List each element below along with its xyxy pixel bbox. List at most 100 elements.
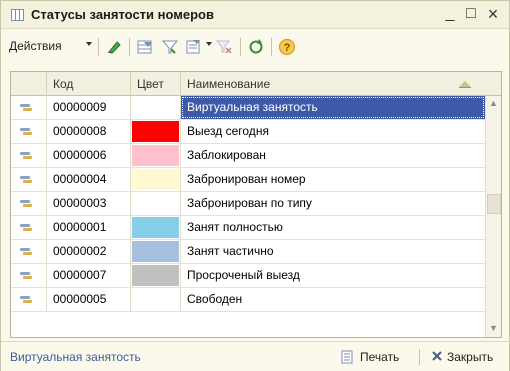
scrollbar-thumb[interactable] [487, 194, 501, 214]
name-cell: Просроченый выезд [187, 268, 300, 282]
name-cell: Заблокирован [187, 148, 266, 162]
color-swatch [132, 289, 179, 310]
chevron-down-icon[interactable] [206, 42, 212, 46]
color-swatch [132, 217, 179, 238]
name-cell: Занят полностью [187, 220, 283, 234]
catalog-item-icon [20, 104, 32, 112]
code-cell: 00000004 [47, 168, 131, 191]
color-cell [131, 120, 181, 143]
catalog-item-icon [20, 176, 32, 184]
row-icon-cell [11, 96, 47, 119]
name-cell: Забронирован по типу [187, 196, 312, 210]
table-row[interactable]: 00000004 Забронирован номер [11, 168, 485, 192]
table-row[interactable]: 00000002 Занят частично [11, 240, 485, 264]
table-header: Код Цвет Наименование [11, 72, 501, 96]
statuses-table[interactable]: Код Цвет Наименование 00000009 Виртуальна… [10, 71, 502, 338]
clear-filter-icon[interactable] [215, 38, 233, 56]
row-icon-cell [11, 192, 47, 215]
code-cell: 00000002 [47, 240, 131, 263]
selected-item-text: Виртуальная занятость [10, 350, 141, 364]
toolbar-separator [271, 38, 272, 56]
table-row[interactable]: 00000005 Свободен [11, 288, 485, 312]
filter-icon[interactable] [136, 38, 154, 56]
scroll-up-icon[interactable]: ▲ [488, 98, 499, 109]
toolbar-separator [240, 38, 241, 56]
color-swatch [132, 241, 179, 262]
code-cell: 00000007 [47, 264, 131, 287]
catalog-item-icon [20, 152, 32, 160]
toolbar: Действия ? [1, 29, 509, 65]
column-header-name[interactable]: Наименование [181, 72, 485, 96]
code-cell: 00000005 [47, 288, 131, 311]
color-cell [131, 96, 181, 119]
table-row[interactable]: 00000008 Выезд сегодня [11, 120, 485, 144]
code-cell: 00000006 [47, 144, 131, 167]
vertical-scrollbar[interactable]: ▲ ▼ [485, 96, 501, 337]
help-icon[interactable]: ? [278, 38, 296, 56]
code-cell: 00000001 [47, 216, 131, 239]
catalog-window: Статусы занятости номеров _ □ × Действия [0, 0, 510, 371]
color-cell [131, 288, 181, 311]
table-row[interactable]: 00000001 Занят полностью [11, 216, 485, 240]
name-cell: Занят частично [187, 244, 274, 258]
catalog-item-icon [20, 248, 32, 256]
color-swatch [132, 265, 179, 286]
color-swatch [132, 97, 179, 118]
sort-ascending-icon[interactable] [459, 80, 471, 88]
code-cell: 00000008 [47, 120, 131, 143]
name-cell: Выезд сегодня [187, 124, 269, 138]
color-swatch [132, 169, 179, 190]
color-cell [131, 264, 181, 287]
column-header-color[interactable]: Цвет [131, 72, 181, 96]
print-button[interactable]: Печать [338, 346, 416, 368]
row-icon-cell [11, 120, 47, 143]
close-window-button[interactable]: × [484, 5, 502, 23]
row-icon-cell [11, 168, 47, 191]
table-row[interactable]: 00000007 Просроченый выезд [11, 264, 485, 288]
catalog-item-icon [20, 272, 32, 280]
color-swatch [132, 193, 179, 214]
color-cell [131, 240, 181, 263]
column-header-code[interactable]: Код [47, 72, 131, 96]
code-cell: 00000009 [47, 96, 131, 119]
close-label: Закрыть [447, 350, 494, 364]
close-button[interactable]: Закрыть [429, 346, 507, 368]
maximize-button[interactable]: □ [462, 5, 480, 23]
minimize-button[interactable]: _ [441, 5, 459, 23]
svg-text:?: ? [284, 42, 291, 54]
table-row[interactable]: 00000003 Забронирован по типу [11, 192, 485, 216]
filter-by-value-icon[interactable] [161, 38, 179, 56]
table-row[interactable]: 00000006 Заблокирован [11, 144, 485, 168]
print-icon [341, 350, 353, 364]
catalog-item-icon [20, 224, 32, 232]
row-icon-cell [11, 144, 47, 167]
catalog-item-icon [20, 296, 32, 304]
print-label: Печать [360, 350, 400, 364]
color-cell [131, 168, 181, 191]
scroll-down-icon[interactable]: ▼ [488, 323, 499, 334]
window-title: Статусы занятости номеров [31, 7, 214, 22]
color-cell [131, 144, 181, 167]
footer-separator [419, 349, 420, 365]
filter-list-icon[interactable] [185, 38, 203, 56]
code-cell: 00000003 [47, 192, 131, 215]
refresh-icon[interactable] [247, 38, 265, 56]
table-row[interactable]: 00000009 Виртуальная занятость [11, 96, 485, 120]
row-icon-cell [11, 264, 47, 287]
edit-icon[interactable] [105, 38, 123, 56]
table-icon [11, 9, 24, 21]
color-swatch [132, 121, 179, 142]
title-bar[interactable]: Статусы занятости номеров _ □ × [1, 1, 509, 29]
catalog-item-icon [20, 200, 32, 208]
color-cell [131, 192, 181, 215]
row-icon-column-header [11, 72, 47, 96]
close-icon [432, 351, 442, 361]
toolbar-separator [98, 38, 99, 56]
color-cell [131, 216, 181, 239]
row-icon-cell [11, 216, 47, 239]
catalog-item-icon [20, 128, 32, 136]
chevron-down-icon [86, 42, 92, 46]
name-cell: Виртуальная занятость [181, 96, 485, 119]
row-icon-cell [11, 240, 47, 263]
actions-menu-button[interactable]: Действия [9, 39, 62, 53]
